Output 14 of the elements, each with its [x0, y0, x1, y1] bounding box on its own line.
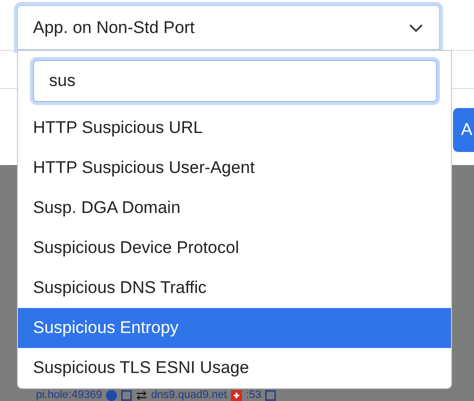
option-item[interactable]: Susp. DGA Domain: [18, 188, 451, 228]
option-item[interactable]: Suspicious Device Protocol: [18, 228, 451, 268]
option-item[interactable]: Suspicious DNS Traffic: [18, 268, 451, 308]
device-icon: [106, 390, 118, 400]
search-field[interactable]: sus: [33, 60, 437, 102]
option-item[interactable]: HTTP Suspicious User-Agent: [18, 148, 451, 188]
square-icon: [265, 390, 276, 400]
option-item[interactable]: Suspicious Entropy: [18, 308, 451, 348]
category-select[interactable]: App. on Non-Std Port: [17, 5, 440, 50]
option-item[interactable]: HTTP Suspicious URL: [18, 108, 451, 148]
exchange-icon: [136, 390, 148, 400]
add-button[interactable]: A: [453, 108, 474, 152]
square-icon: [121, 390, 132, 400]
option-item[interactable]: Suspicious TLS ESNI Usage: [18, 348, 451, 388]
